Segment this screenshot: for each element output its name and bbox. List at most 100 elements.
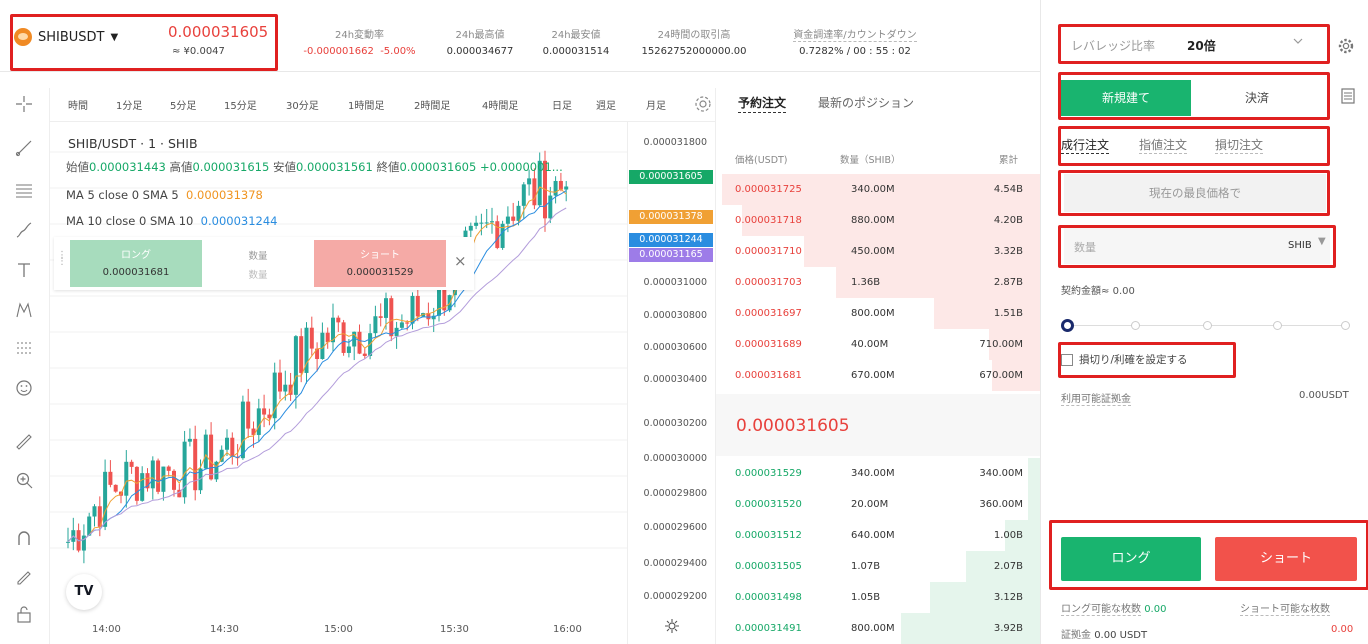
candle-body bbox=[256, 408, 261, 435]
bid-total: 3.92B bbox=[993, 623, 1023, 634]
candle-body bbox=[564, 186, 569, 190]
interval-item[interactable]: 5分足 bbox=[170, 97, 196, 112]
trend-line-icon[interactable] bbox=[10, 134, 38, 162]
interval-item[interactable]: 1時間足 bbox=[348, 97, 384, 112]
quantity-input[interactable]: 数量 SHIB ▼ bbox=[1064, 228, 1330, 264]
pattern-icon[interactable] bbox=[10, 296, 38, 324]
ma5-label: MA 5 close 0 SMA 5 bbox=[66, 188, 179, 202]
brush-icon[interactable] bbox=[10, 216, 38, 244]
ask-price: 0.000031710 bbox=[735, 246, 802, 257]
order-type-stop[interactable]: 損切注文 bbox=[1215, 136, 1264, 154]
zoom-in-icon[interactable] bbox=[10, 466, 38, 494]
candle-body bbox=[293, 336, 298, 395]
ma5-legend: MA 5 close 0 SMA 5 0.000031378 bbox=[66, 188, 263, 202]
stat-value: 15262752000000.00 bbox=[641, 46, 747, 57]
calculator-icon[interactable] bbox=[1341, 88, 1355, 107]
order-type-limit[interactable]: 指値注文 bbox=[1139, 136, 1188, 154]
interval-item[interactable]: 時間 bbox=[68, 97, 88, 112]
ask-row[interactable]: 0.000031703 1.36B 2.87B bbox=[716, 267, 1041, 298]
quick-short-button[interactable]: ショート 0.000031529 bbox=[314, 240, 446, 287]
ma10-price-tag: 0.000031244 bbox=[629, 233, 713, 247]
settings-gear-icon[interactable] bbox=[1338, 38, 1354, 57]
draw-mode-icon[interactable] bbox=[10, 562, 38, 590]
candle-body bbox=[532, 178, 537, 206]
ask-row[interactable]: 0.000031689 40.00M 710.00M bbox=[716, 329, 1041, 360]
prediction-icon[interactable] bbox=[10, 334, 38, 362]
last-price: 0.000031605 bbox=[168, 23, 269, 41]
interval-item[interactable]: 週足 bbox=[596, 97, 616, 112]
bid-total: 360.00M bbox=[979, 499, 1023, 510]
tpsl-label: 損切り/利確を設定する bbox=[1079, 354, 1188, 366]
ohlc-label: 始値 bbox=[66, 160, 89, 174]
ask-row[interactable]: 0.000031710 450.00M 3.32B bbox=[716, 236, 1041, 267]
bid-row[interactable]: 0.000031498 1.05B 3.12B bbox=[716, 582, 1041, 613]
crosshair-icon[interactable] bbox=[10, 90, 38, 118]
interval-item[interactable]: 15分足 bbox=[224, 97, 257, 112]
price-axis-label: 0.000030200 bbox=[643, 418, 707, 429]
price-chart[interactable]: SHIB/USDT · 1 · SHIB 始値0.000031443 高値0.0… bbox=[50, 122, 627, 644]
ruler-icon[interactable] bbox=[10, 428, 38, 456]
tab-close-position[interactable]: 決済 bbox=[1191, 80, 1323, 116]
ask-row[interactable]: 0.000031697 800.00M 1.51B bbox=[716, 298, 1041, 329]
price-axis[interactable]: 0.000031800 0.000031000 0.000030800 0.00… bbox=[627, 122, 715, 644]
bid-row[interactable]: 0.000031491 800.00M 3.92B bbox=[716, 613, 1041, 644]
leverage-slider[interactable] bbox=[1061, 317, 1351, 335]
slider-handle[interactable] bbox=[1061, 319, 1074, 332]
close-icon[interactable]: × bbox=[454, 252, 467, 270]
candle-body bbox=[558, 180, 563, 190]
stat-label: 24h最高値 bbox=[455, 30, 505, 41]
candle-body bbox=[479, 222, 484, 224]
tpsl-checkbox-row[interactable]: 損切り/利確を設定する bbox=[1061, 352, 1188, 367]
tab-pending-orders[interactable]: 予約注文 bbox=[738, 94, 787, 113]
ma10-label: MA 10 close 0 SMA 10 bbox=[66, 214, 194, 228]
drag-handle-icon[interactable]: ⋮ ⋮ bbox=[57, 251, 67, 267]
ohlc-label: 安値 bbox=[272, 160, 296, 174]
interval-item[interactable]: 2時間足 bbox=[414, 97, 450, 112]
emoji-icon[interactable] bbox=[10, 374, 38, 402]
leverage-selector[interactable]: レバレッジ比率 20倍 bbox=[1063, 30, 1313, 58]
interval-item[interactable]: 4時間足 bbox=[482, 97, 518, 112]
stat-volume: 24時間の取引高 15262752000000.00 bbox=[634, 26, 754, 57]
ask-row[interactable]: 0.000031681 670.00M 670.00M bbox=[716, 360, 1041, 391]
bid-qty: 20.00M bbox=[851, 499, 889, 510]
ask-row[interactable]: 0.000031718 880.00M 4.20B bbox=[716, 205, 1041, 236]
tab-latest-positions[interactable]: 最新のポジション bbox=[818, 94, 914, 111]
bid-price: 0.000031491 bbox=[735, 623, 802, 634]
quick-long-button[interactable]: ロング 0.000031681 bbox=[70, 240, 202, 287]
magnet-icon[interactable] bbox=[10, 524, 38, 552]
bid-row[interactable]: 0.000031505 1.07B 2.07B bbox=[716, 551, 1041, 582]
tpsl-checkbox[interactable] bbox=[1061, 353, 1073, 366]
interval-item[interactable]: 月足 bbox=[646, 97, 666, 112]
fib-lines-icon[interactable] bbox=[10, 176, 38, 204]
text-tool-icon[interactable] bbox=[10, 256, 38, 284]
ask-row[interactable]: 0.000031725 340.00M 4.54B bbox=[716, 174, 1041, 205]
price-axis-label: 0.000030800 bbox=[643, 310, 707, 321]
tab-new-position[interactable]: 新規建て bbox=[1061, 80, 1191, 116]
time-axis-label: 15:00 bbox=[324, 624, 353, 635]
chart-settings-icon[interactable] bbox=[694, 95, 712, 116]
candle-body bbox=[474, 222, 479, 226]
interval-item[interactable]: 日足 bbox=[552, 97, 572, 112]
candle-body bbox=[373, 316, 378, 334]
symbol-selector[interactable]: SHIBUSDT ▼ bbox=[14, 28, 118, 46]
axis-settings-icon[interactable] bbox=[664, 618, 680, 637]
price-axis-label: 0.000029800 bbox=[643, 488, 707, 499]
stat-funding[interactable]: 資金調達率/カウントダウン 0.7282% / 00 : 55 : 02 bbox=[770, 26, 940, 57]
interval-item[interactable]: 1分足 bbox=[116, 97, 142, 112]
time-axis-label: 15:30 bbox=[440, 624, 469, 635]
lock-icon[interactable] bbox=[10, 600, 38, 628]
best-price-field[interactable]: 現在の最良価格で bbox=[1064, 174, 1326, 212]
quick-long-label: ロング bbox=[121, 250, 151, 261]
candle-body bbox=[103, 471, 108, 527]
bid-row[interactable]: 0.000031520 20.00M 360.00M bbox=[716, 489, 1041, 520]
bid-row[interactable]: 0.000031512 640.00M 1.00B bbox=[716, 520, 1041, 551]
ohlc-legend: 始値0.000031443 高値0.000031615 安値0.00003156… bbox=[66, 159, 626, 175]
order-type-market[interactable]: 成行注文 bbox=[1061, 136, 1110, 154]
short-button[interactable]: ショート bbox=[1215, 537, 1357, 581]
quick-qty-field[interactable]: 数量 数量 bbox=[204, 240, 312, 287]
last-price-tag: 0.000031605 bbox=[629, 170, 713, 184]
ma-price-tag: 0.000031165 bbox=[629, 248, 713, 262]
long-button[interactable]: ロング bbox=[1061, 537, 1201, 581]
bid-row[interactable]: 0.000031529 340.00M 340.00M bbox=[716, 458, 1041, 489]
interval-item[interactable]: 30分足 bbox=[286, 97, 319, 112]
